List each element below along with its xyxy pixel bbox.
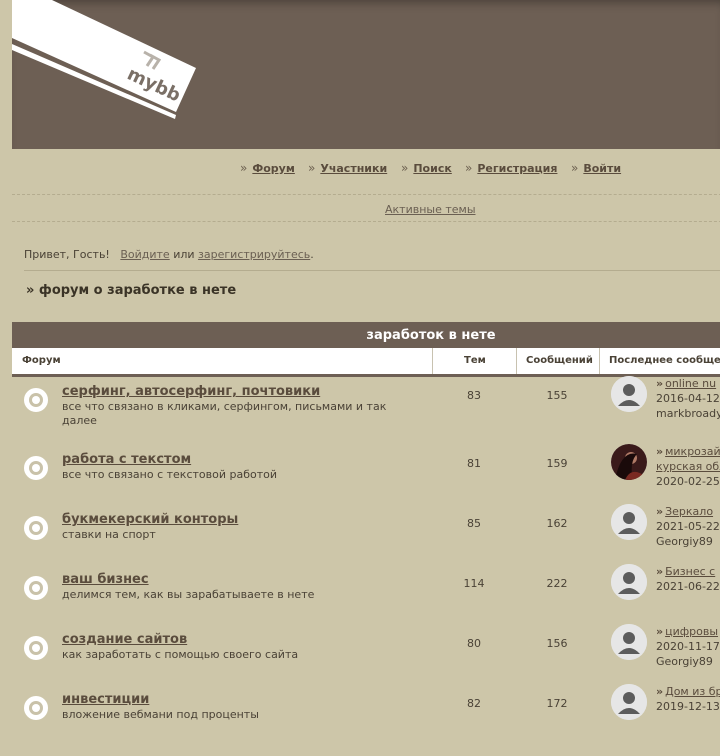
default-avatar-icon[interactable] (611, 564, 647, 600)
breadcrumb[interactable]: » форум о заработке в нете (26, 283, 236, 298)
last-post-date: 2020-02-25 (656, 475, 720, 488)
forum-description: делимся тем, как вы зарабатываете в нете (62, 588, 315, 601)
last-post-date: 2021-05-22 (656, 520, 720, 533)
site-header: mybb (12, 0, 720, 149)
nav-item-login[interactable]: » Войти (571, 161, 621, 175)
last-post-info: » Бизнес с 2021-06-22 (656, 564, 720, 594)
forum-read-icon (24, 388, 48, 412)
default-avatar-icon[interactable] (611, 684, 647, 720)
forum-title-link[interactable]: инвестиции (62, 692, 149, 707)
last-post-link[interactable]: микрозай (665, 445, 720, 458)
last-post-user: Georgiy89 (656, 655, 713, 668)
last-post-link[interactable]: Зеркало (665, 505, 713, 518)
category-title: заработок в нете (366, 328, 496, 343)
default-avatar-icon[interactable] (611, 504, 647, 540)
last-post-info: » микрозай курская обл 2020-02-25 (656, 444, 720, 489)
last-post-info: » Зеркало 2021-05-22 Georgiy89 (656, 504, 720, 549)
last-post-info: » цифровы 2020-11-17 Georgiy89 (656, 624, 720, 669)
forum-title-link[interactable]: работа с текстом (62, 452, 191, 467)
post-count: 159 (546, 457, 568, 470)
forum-row: серфинг, автосерфинг, почтовики все что … (12, 376, 720, 448)
forum-read-icon (24, 636, 48, 660)
divider (599, 348, 600, 374)
double-chevron-icon: » (465, 161, 473, 175)
double-chevron-icon: » (656, 377, 664, 390)
divider (24, 270, 720, 271)
topic-count: 85 (467, 517, 481, 530)
active-topics-bar: Активные темы (12, 194, 720, 222)
main-navigation: » Форум » Участники » Поиск » Регистрация » В… (0, 161, 720, 177)
post-count: 222 (546, 577, 568, 590)
post-count: 156 (546, 637, 568, 650)
last-post-date: 2019-12-13 (656, 700, 720, 713)
column-header-row: Форум Тем Сообщений Последнее сообщение (12, 348, 720, 377)
last-post-link[interactable]: Бизнес с (665, 565, 715, 578)
login-link[interactable]: Войдите (120, 248, 169, 261)
topic-count: 82 (467, 697, 481, 710)
mybb-logo[interactable]: mybb (12, 0, 212, 130)
welcome-message: Привет, Гость! Войдите или зарегистрируй… (24, 248, 314, 261)
column-topics: Тем (464, 355, 486, 366)
forum-row: работа с текстом все что связано с текст… (12, 444, 720, 516)
column-last-post: Последнее сообщение (609, 355, 720, 366)
forum-row: инвестиции вложение вебмани под проценты… (12, 684, 720, 756)
last-post-date: 2016-04-12 (656, 392, 720, 405)
last-post-date: 2021-06-22 (656, 580, 720, 593)
last-post-link[interactable]: online nu (665, 377, 716, 390)
post-count: 162 (546, 517, 568, 530)
forum-row: ваш бизнес делимся тем, как вы зарабатыв… (12, 564, 720, 636)
last-post-date: 2020-11-17 (656, 640, 720, 653)
forum-description: ставки на спорт (62, 528, 156, 541)
active-topics-link[interactable]: Активные темы (385, 203, 476, 216)
double-chevron-icon: » (240, 161, 248, 175)
divider (516, 348, 517, 374)
topic-count: 83 (467, 389, 481, 402)
divider (432, 348, 433, 374)
user-photo-avatar[interactable] (611, 444, 647, 480)
double-chevron-icon: » (656, 685, 664, 698)
category-header: заработок в нете (12, 322, 720, 348)
last-post-info: » Дом из бр 2019-12-13 (656, 684, 720, 714)
forum-row: букмекерский конторы ставки на спорт 85 … (12, 504, 720, 576)
last-post-location[interactable]: курская обл (656, 459, 720, 474)
double-chevron-icon: » (308, 161, 316, 175)
forum-title-link[interactable]: букмекерский конторы (62, 512, 238, 527)
double-chevron-icon: » (656, 565, 664, 578)
forum-description: все что связано с текстовой работой (62, 468, 278, 481)
topic-count: 114 (463, 577, 485, 590)
forum-read-icon (24, 576, 48, 600)
forum-read-icon (24, 696, 48, 720)
default-avatar-icon[interactable] (611, 376, 647, 412)
post-count: 172 (546, 697, 568, 710)
last-post-link[interactable]: Дом из бр (665, 685, 720, 698)
double-chevron-icon: » (571, 161, 579, 175)
column-posts: Сообщений (526, 355, 593, 366)
forum-title-link[interactable]: серфинг, автосерфинг, почтовики (62, 384, 320, 399)
forum-read-icon (24, 456, 48, 480)
double-chevron-icon: » (656, 505, 664, 518)
last-post-info: » online nu 2016-04-12 markbroady (656, 376, 720, 421)
forum-row: создание сайтов как заработать с помощью… (12, 624, 720, 696)
topic-count: 81 (467, 457, 481, 470)
forum-title-link[interactable]: создание сайтов (62, 632, 187, 647)
forum-read-icon (24, 516, 48, 540)
forum-description: как заработать с помощью своего сайта (62, 648, 299, 661)
post-count: 155 (546, 389, 568, 402)
forum-title-link[interactable]: ваш бизнес (62, 572, 149, 587)
last-post-user: markbroady (656, 407, 720, 420)
forum-description: все что связано в кликами, серфингом, пи… (62, 400, 387, 427)
topic-count: 80 (467, 637, 481, 650)
double-chevron-icon: » (656, 625, 664, 638)
nav-item-search[interactable]: » Поиск (401, 161, 452, 175)
nav-item-register[interactable]: » Регистрация (465, 161, 557, 175)
column-forum: Форум (22, 355, 61, 366)
last-post-user: Georgiy89 (656, 535, 713, 548)
default-avatar-icon[interactable] (611, 624, 647, 660)
last-post-link[interactable]: цифровы (665, 625, 718, 638)
nav-item-forum[interactable]: » Форум (240, 161, 295, 175)
double-chevron-icon: » (401, 161, 409, 175)
register-link[interactable]: зарегистрируйтесь (198, 248, 310, 261)
nav-item-members[interactable]: » Участники (308, 161, 387, 175)
double-chevron-icon: » (656, 445, 664, 458)
